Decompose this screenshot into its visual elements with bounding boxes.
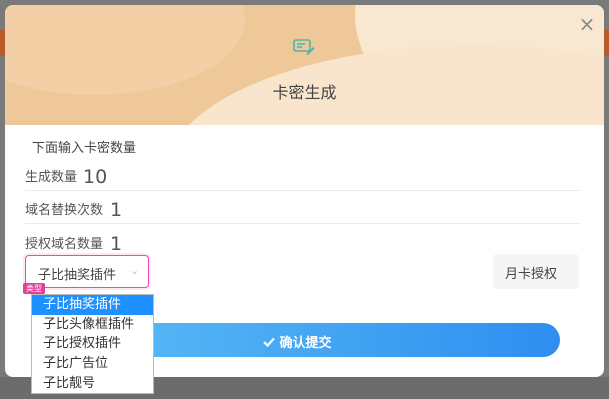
type-badge: 类型: [23, 283, 45, 294]
dialog-header: 卡密生成: [5, 5, 604, 125]
dropdown-option[interactable]: 子比广告位: [32, 354, 153, 374]
card-edit-icon: [293, 39, 315, 55]
quantity-field[interactable]: 生成数量 10: [25, 158, 580, 191]
field-value[interactable]: 1: [110, 199, 122, 221]
plugin-select-value: 子比抽奖插件: [38, 268, 117, 283]
dialog-title: 卡密生成: [272, 83, 337, 102]
field-label: 授权域名数量: [25, 237, 104, 252]
field-label: 域名替换次数: [25, 203, 104, 218]
submit-label: 确认提交: [279, 336, 332, 351]
card-type-select[interactable]: 月卡授权: [493, 254, 579, 289]
check-icon: [263, 337, 276, 347]
domain-replace-field[interactable]: 域名替换次数 1: [25, 191, 580, 224]
section-label: 下面输入卡密数量: [32, 141, 137, 156]
field-value[interactable]: 10: [83, 166, 107, 188]
field-label: 生成数量: [25, 170, 78, 185]
close-button[interactable]: ×: [577, 14, 597, 34]
plugin-dropdown[interactable]: 子比抽奖插件 子比头像框插件 子比授权插件 子比广告位 子比靓号: [31, 294, 154, 394]
dropdown-option[interactable]: 子比靓号: [32, 374, 153, 394]
dropdown-option[interactable]: 子比抽奖插件: [32, 295, 153, 315]
chevron-down-icon: ⌄: [130, 264, 140, 277]
field-value[interactable]: 1: [110, 233, 122, 255]
dropdown-option[interactable]: 子比授权插件: [32, 334, 153, 354]
card-type-value: 月卡授权: [505, 267, 558, 282]
domain-count-field[interactable]: 授权域名数量 1: [25, 224, 580, 257]
dropdown-option[interactable]: 子比头像框插件: [32, 315, 153, 335]
